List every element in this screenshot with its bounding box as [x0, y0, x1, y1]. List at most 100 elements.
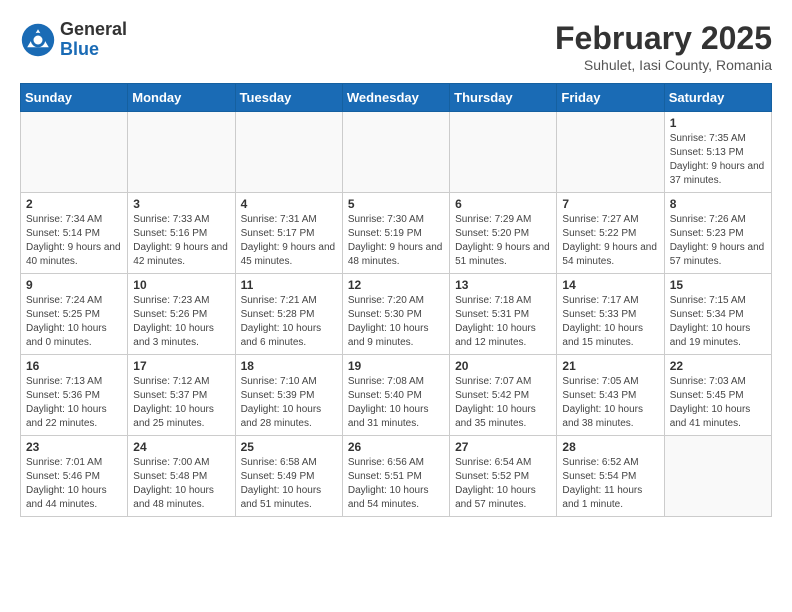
day-info: Sunrise: 7:17 AM Sunset: 5:33 PM Dayligh…	[562, 294, 658, 350]
calendar-cell	[235, 112, 342, 193]
calendar-cell: 19Sunrise: 7:08 AM Sunset: 5:40 PM Dayli…	[342, 355, 449, 436]
day-number: 1	[670, 116, 766, 130]
day-info: Sunrise: 7:05 AM Sunset: 5:43 PM Dayligh…	[562, 375, 658, 431]
day-info: Sunrise: 7:12 AM Sunset: 5:37 PM Dayligh…	[133, 375, 229, 431]
calendar-cell: 15Sunrise: 7:15 AM Sunset: 5:34 PM Dayli…	[664, 274, 771, 355]
day-info: Sunrise: 7:31 AM Sunset: 5:17 PM Dayligh…	[241, 213, 337, 269]
day-number: 12	[348, 278, 444, 292]
day-number: 28	[562, 440, 658, 454]
day-info: Sunrise: 7:00 AM Sunset: 5:48 PM Dayligh…	[133, 456, 229, 512]
day-number: 25	[241, 440, 337, 454]
month-title: February 2025	[555, 20, 772, 57]
calendar-cell: 2 Sunrise: 7:34 AM Sunset: 5:14 PM Daylig…	[21, 193, 128, 274]
calendar-week-row: 23 Sunrise: 7:01 AM Sunset: 5:46 PM Dayli…	[21, 436, 772, 517]
day-info: Sunrise: 7:10 AM Sunset: 5:39 PM Dayligh…	[241, 375, 337, 431]
location-text: Suhulet, Iasi County, Romania	[555, 57, 772, 73]
day-number: 2	[26, 197, 122, 211]
calendar-week-row: 9 Sunrise: 7:24 AM Sunset: 5:25 PM Daylig…	[21, 274, 772, 355]
calendar-cell: 26 Sunrise: 6:56 AM Sunset: 5:51 PM Dayli…	[342, 436, 449, 517]
calendar-cell: 12 Sunrise: 7:20 AM Sunset: 5:30 PM Dayli…	[342, 274, 449, 355]
calendar-cell: 21 Sunrise: 7:05 AM Sunset: 5:43 PM Dayli…	[557, 355, 664, 436]
day-header-tuesday: Tuesday	[235, 84, 342, 112]
day-number: 6	[455, 197, 551, 211]
day-info: Sunrise: 6:56 AM Sunset: 5:51 PM Dayligh…	[348, 456, 444, 512]
day-number: 18	[241, 359, 337, 373]
calendar-cell	[664, 436, 771, 517]
calendar-cell: 8 Sunrise: 7:26 AM Sunset: 5:23 PM Daylig…	[664, 193, 771, 274]
day-info: Sunrise: 7:29 AM Sunset: 5:20 PM Dayligh…	[455, 213, 551, 269]
day-info: Sunrise: 7:18 AM Sunset: 5:31 PM Dayligh…	[455, 294, 551, 350]
logo: General Blue	[20, 20, 127, 60]
day-number: 22	[670, 359, 766, 373]
day-number: 5	[348, 197, 444, 211]
day-number: 24	[133, 440, 229, 454]
day-info: Sunrise: 7:07 AM Sunset: 5:42 PM Dayligh…	[455, 375, 551, 431]
calendar-cell: 17 Sunrise: 7:12 AM Sunset: 5:37 PM Dayli…	[128, 355, 235, 436]
calendar-cell: 9 Sunrise: 7:24 AM Sunset: 5:25 PM Daylig…	[21, 274, 128, 355]
calendar-cell: 5 Sunrise: 7:30 AM Sunset: 5:19 PM Daylig…	[342, 193, 449, 274]
day-info: Sunrise: 7:08 AM Sunset: 5:40 PM Dayligh…	[348, 375, 444, 431]
day-number: 7	[562, 197, 658, 211]
day-number: 3	[133, 197, 229, 211]
calendar-cell	[557, 112, 664, 193]
day-info: Sunrise: 7:13 AM Sunset: 5:36 PM Dayligh…	[26, 375, 122, 431]
calendar-cell: 1 Sunrise: 7:35 AM Sunset: 5:13 PM Daylig…	[664, 112, 771, 193]
day-info: Sunrise: 7:24 AM Sunset: 5:25 PM Dayligh…	[26, 294, 122, 350]
calendar-cell: 10 Sunrise: 7:23 AM Sunset: 5:26 PM Dayli…	[128, 274, 235, 355]
day-number: 16	[26, 359, 122, 373]
calendar-cell: 3Sunrise: 7:33 AM Sunset: 5:16 PM Daylig…	[128, 193, 235, 274]
day-info: Sunrise: 7:21 AM Sunset: 5:28 PM Dayligh…	[241, 294, 337, 350]
calendar-cell: 28Sunrise: 6:52 AM Sunset: 5:54 PM Dayli…	[557, 436, 664, 517]
calendar-cell: 13Sunrise: 7:18 AM Sunset: 5:31 PM Dayli…	[450, 274, 557, 355]
day-header-wednesday: Wednesday	[342, 84, 449, 112]
day-number: 4	[241, 197, 337, 211]
day-info: Sunrise: 7:03 AM Sunset: 5:45 PM Dayligh…	[670, 375, 766, 431]
calendar-cell	[450, 112, 557, 193]
calendar-cell	[342, 112, 449, 193]
day-number: 26	[348, 440, 444, 454]
calendar-cell: 16 Sunrise: 7:13 AM Sunset: 5:36 PM Dayli…	[21, 355, 128, 436]
day-header-sunday: Sunday	[21, 84, 128, 112]
calendar-week-row: 16 Sunrise: 7:13 AM Sunset: 5:36 PM Dayli…	[21, 355, 772, 436]
day-number: 9	[26, 278, 122, 292]
day-number: 21	[562, 359, 658, 373]
day-number: 27	[455, 440, 551, 454]
day-info: Sunrise: 6:58 AM Sunset: 5:49 PM Dayligh…	[241, 456, 337, 512]
calendar-week-row: 2 Sunrise: 7:34 AM Sunset: 5:14 PM Daylig…	[21, 193, 772, 274]
calendar-cell	[128, 112, 235, 193]
day-number: 10	[133, 278, 229, 292]
calendar-cell: 4 Sunrise: 7:31 AM Sunset: 5:17 PM Daylig…	[235, 193, 342, 274]
calendar-cell: 20Sunrise: 7:07 AM Sunset: 5:42 PM Dayli…	[450, 355, 557, 436]
calendar-header-row: SundayMondayTuesdayWednesdayThursdayFrid…	[21, 84, 772, 112]
calendar-cell	[21, 112, 128, 193]
calendar-table: SundayMondayTuesdayWednesdayThursdayFrid…	[20, 83, 772, 517]
calendar-cell: 11Sunrise: 7:21 AM Sunset: 5:28 PM Dayli…	[235, 274, 342, 355]
day-header-monday: Monday	[128, 84, 235, 112]
day-info: Sunrise: 6:54 AM Sunset: 5:52 PM Dayligh…	[455, 456, 551, 512]
day-header-saturday: Saturday	[664, 84, 771, 112]
calendar-cell: 24 Sunrise: 7:00 AM Sunset: 5:48 PM Dayli…	[128, 436, 235, 517]
day-number: 8	[670, 197, 766, 211]
calendar-cell: 6 Sunrise: 7:29 AM Sunset: 5:20 PM Daylig…	[450, 193, 557, 274]
day-info: Sunrise: 7:34 AM Sunset: 5:14 PM Dayligh…	[26, 213, 122, 269]
day-info: Sunrise: 7:20 AM Sunset: 5:30 PM Dayligh…	[348, 294, 444, 350]
day-info: Sunrise: 7:01 AM Sunset: 5:46 PM Dayligh…	[26, 456, 122, 512]
day-info: Sunrise: 7:15 AM Sunset: 5:34 PM Dayligh…	[670, 294, 766, 350]
day-number: 14	[562, 278, 658, 292]
logo-blue-text: Blue	[60, 40, 127, 60]
logo-general-text: General	[60, 20, 127, 40]
calendar-week-row: 1 Sunrise: 7:35 AM Sunset: 5:13 PM Daylig…	[21, 112, 772, 193]
calendar-cell: 27 Sunrise: 6:54 AM Sunset: 5:52 PM Dayli…	[450, 436, 557, 517]
day-number: 17	[133, 359, 229, 373]
logo-icon	[20, 22, 56, 58]
day-info: Sunrise: 7:30 AM Sunset: 5:19 PM Dayligh…	[348, 213, 444, 269]
day-info: Sunrise: 7:35 AM Sunset: 5:13 PM Dayligh…	[670, 132, 766, 188]
day-number: 23	[26, 440, 122, 454]
calendar-cell: 22 Sunrise: 7:03 AM Sunset: 5:45 PM Dayli…	[664, 355, 771, 436]
calendar-cell: 23 Sunrise: 7:01 AM Sunset: 5:46 PM Dayli…	[21, 436, 128, 517]
calendar-cell: 7 Sunrise: 7:27 AM Sunset: 5:22 PM Daylig…	[557, 193, 664, 274]
day-info: Sunrise: 7:26 AM Sunset: 5:23 PM Dayligh…	[670, 213, 766, 269]
day-info: Sunrise: 7:23 AM Sunset: 5:26 PM Dayligh…	[133, 294, 229, 350]
calendar-cell: 18 Sunrise: 7:10 AM Sunset: 5:39 PM Dayli…	[235, 355, 342, 436]
day-info: Sunrise: 7:27 AM Sunset: 5:22 PM Dayligh…	[562, 213, 658, 269]
